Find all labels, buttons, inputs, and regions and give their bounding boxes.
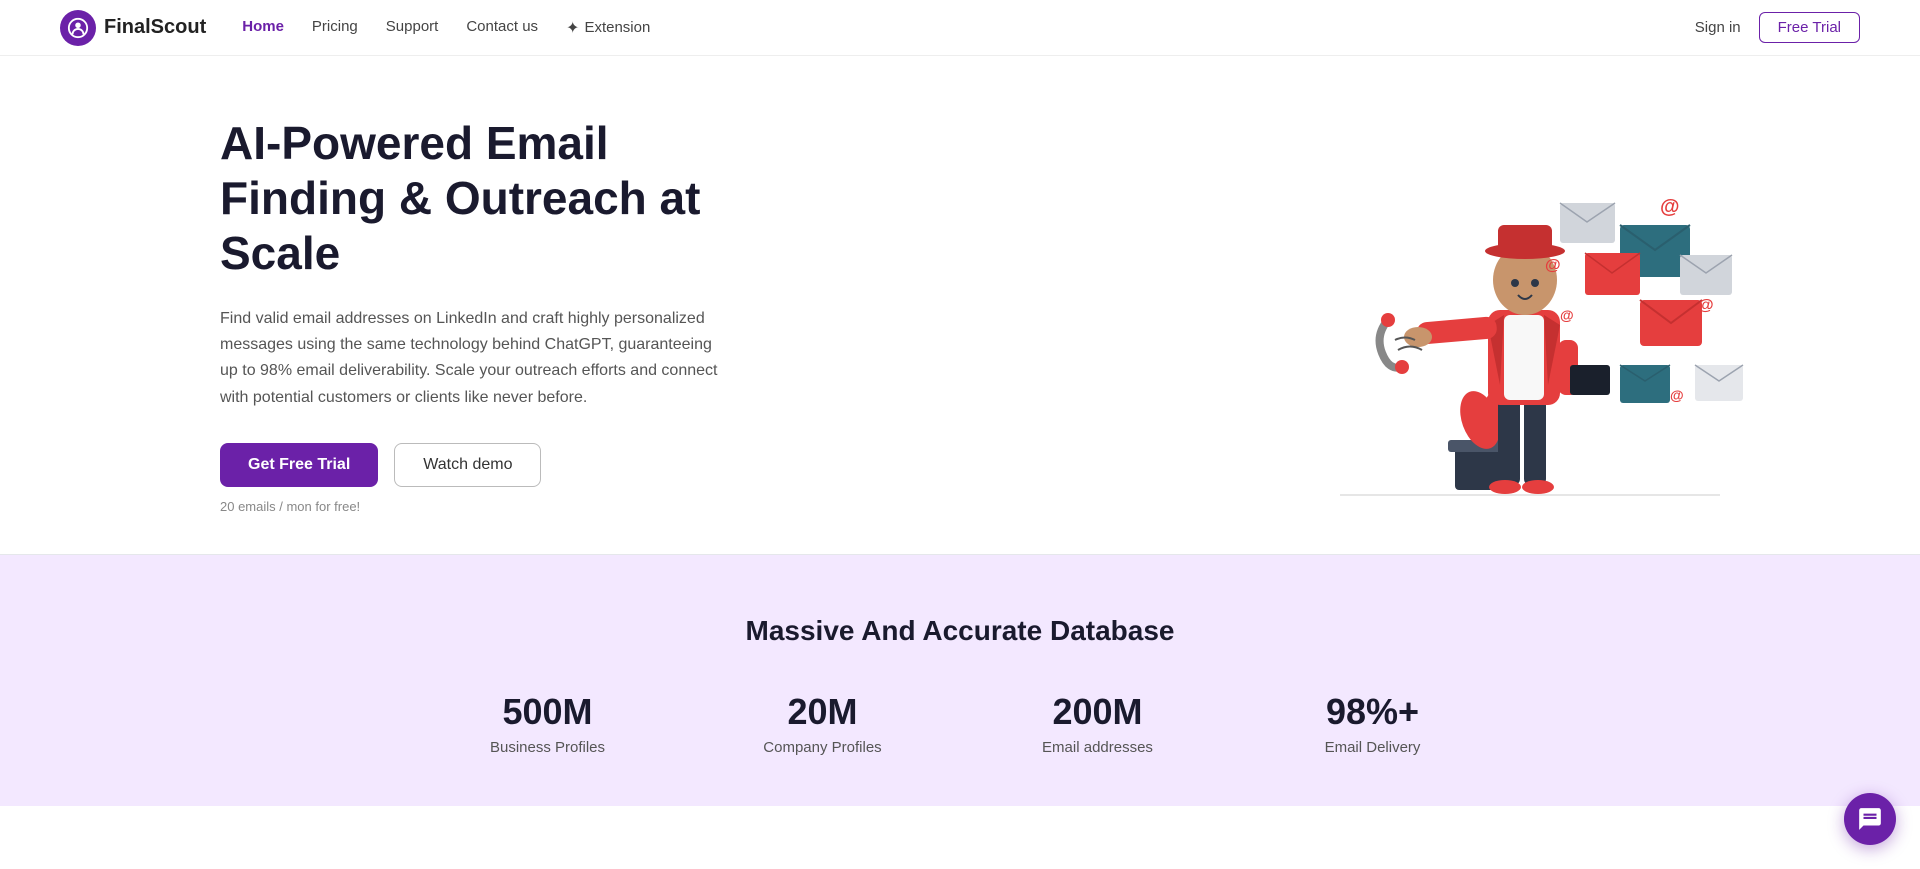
hero-content: AI-Powered Email Finding & Outreach at S… — [220, 116, 780, 514]
svg-text:@: @ — [1660, 196, 1680, 218]
nav-item-contact[interactable]: Contact us — [466, 18, 538, 38]
watch-demo-button[interactable]: Watch demo — [394, 443, 541, 487]
chat-bubble[interactable] — [1844, 793, 1896, 845]
stat-item-delivery: 98%+ Email Delivery — [1235, 691, 1510, 756]
stat-label-business: Business Profiles — [430, 739, 665, 756]
nav-link-pricing[interactable]: Pricing — [312, 18, 358, 35]
hero-illustration: @ @ @ @ @ — [1280, 125, 1760, 505]
stat-label-emails: Email addresses — [980, 739, 1215, 756]
nav-link-support[interactable]: Support — [386, 18, 439, 35]
stat-number-emails: 200M — [980, 691, 1215, 733]
stat-item-emails: 200M Email addresses — [960, 691, 1235, 756]
hero-description: Find valid email addresses on LinkedIn a… — [220, 306, 720, 412]
stats-title: Massive And Accurate Database — [20, 615, 1900, 647]
hero-note: 20 emails / mon for free! — [220, 499, 780, 514]
svg-text:@: @ — [1560, 307, 1574, 323]
hero-title: AI-Powered Email Finding & Outreach at S… — [220, 116, 780, 282]
nav-links: Home Pricing Support Contact us ✦ Extens… — [242, 18, 650, 38]
nav-item-extension[interactable]: ✦ Extension — [566, 18, 650, 38]
get-free-trial-button[interactable]: Get Free Trial — [220, 443, 378, 487]
stats-section: Massive And Accurate Database 500M Busin… — [0, 555, 1920, 806]
svg-text:@: @ — [1698, 297, 1714, 314]
nav-item-home[interactable]: Home — [242, 18, 284, 38]
stat-number-company: 20M — [705, 691, 940, 733]
stats-grid: 500M Business Profiles 20M Company Profi… — [410, 691, 1510, 756]
svg-text:@: @ — [1670, 387, 1684, 403]
stat-number-delivery: 98%+ — [1255, 691, 1490, 733]
nav-left: FinalScout Home Pricing Support Contact … — [60, 10, 650, 46]
extension-icon: ✦ — [566, 18, 579, 38]
chat-icon — [1857, 806, 1883, 832]
logo-icon — [60, 10, 96, 46]
navbar: FinalScout Home Pricing Support Contact … — [0, 0, 1920, 56]
nav-right: Sign in Free Trial — [1695, 12, 1860, 43]
nav-item-support[interactable]: Support — [386, 18, 439, 38]
nav-link-home[interactable]: Home — [242, 18, 284, 35]
stat-number-business: 500M — [430, 691, 665, 733]
hero-svg: @ @ @ @ @ — [1280, 125, 1760, 505]
nav-link-extension[interactable]: ✦ Extension — [566, 18, 650, 38]
free-trial-nav-button[interactable]: Free Trial — [1759, 12, 1860, 43]
nav-link-contact[interactable]: Contact us — [466, 18, 538, 35]
stat-item-company: 20M Company Profiles — [685, 691, 960, 756]
sign-in-link[interactable]: Sign in — [1695, 19, 1741, 36]
brand-name: FinalScout — [104, 16, 206, 39]
logo[interactable]: FinalScout — [60, 10, 206, 46]
stat-item-business: 500M Business Profiles — [410, 691, 685, 756]
hero-section: AI-Powered Email Finding & Outreach at S… — [0, 56, 1920, 554]
nav-item-pricing[interactable]: Pricing — [312, 18, 358, 38]
stat-label-delivery: Email Delivery — [1255, 739, 1490, 756]
stat-label-company: Company Profiles — [705, 739, 940, 756]
svg-text:@: @ — [1545, 257, 1561, 274]
hero-buttons: Get Free Trial Watch demo — [220, 443, 780, 487]
